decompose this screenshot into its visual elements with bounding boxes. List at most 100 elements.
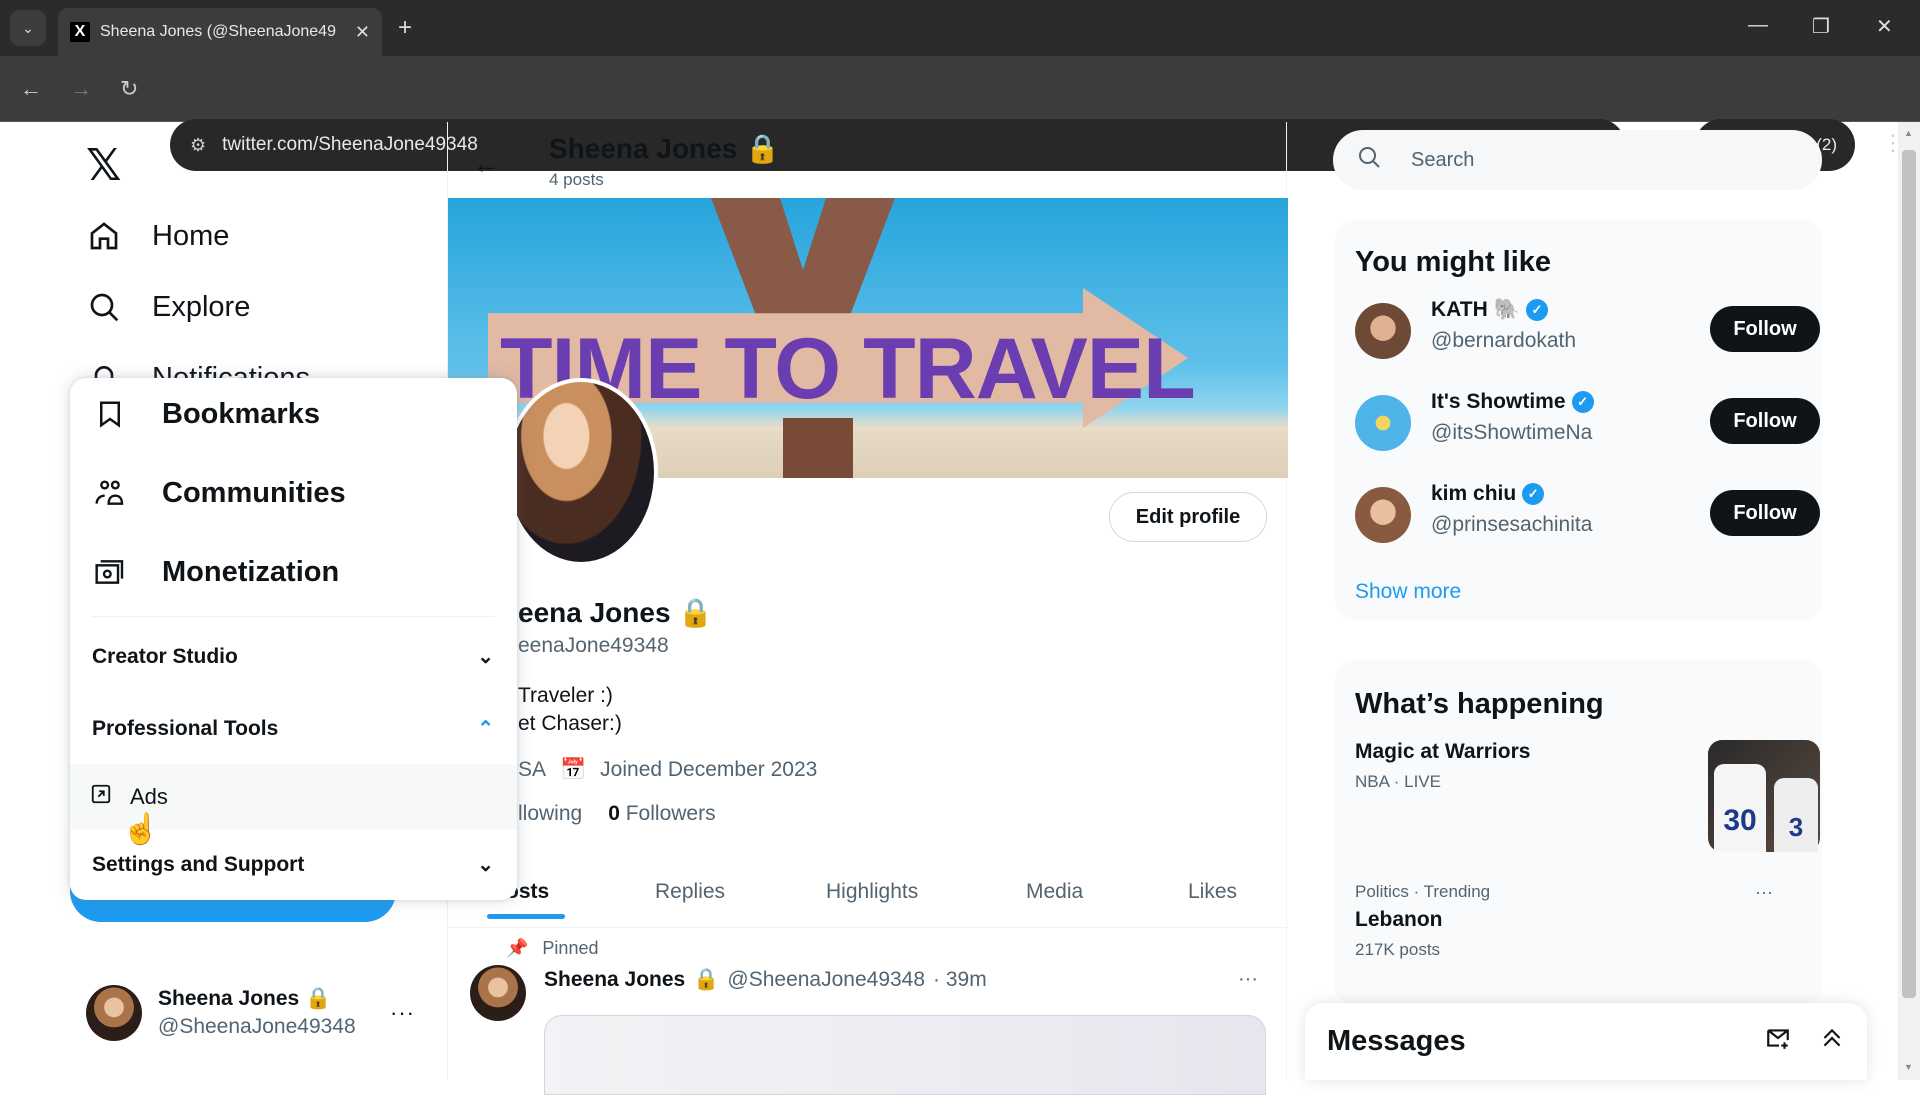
tab-close-icon[interactable]: ✕ [355,22,370,43]
section-creator-studio[interactable]: Creator Studio ⌄ [92,644,494,669]
tab-likes[interactable]: Likes [1188,880,1237,904]
tab-highlights[interactable]: Highlights [826,880,918,904]
bookmark-icon [92,396,128,432]
followers-link[interactable]: 0 Followers [608,802,715,826]
suggestion-handle: @bernardokath [1431,329,1577,352]
site-settings-icon[interactable]: ⚙ [190,135,206,156]
new-tab-button[interactable]: + [398,14,412,42]
bio-line: Traveler :) [518,684,613,707]
menu-item-bookmarks[interactable]: Bookmarks [92,396,320,432]
tab-replies[interactable]: Replies [655,880,725,904]
expand-icon[interactable] [1819,1025,1845,1058]
new-message-icon[interactable] [1765,1025,1791,1058]
back-icon[interactable]: ← [20,76,42,102]
tab-search-button[interactable]: ⌄ [10,10,46,46]
trend-title: Lebanon [1355,908,1443,931]
account-handle: @SheenaJone49348 [158,1015,356,1038]
whats-happening-title: What’s happening [1355,688,1604,720]
scroll-up-icon[interactable]: ▲ [1904,128,1913,138]
x-logo[interactable]: 𝕏 [86,140,121,191]
hand-cursor-icon: ☝ [122,813,160,846]
follow-button[interactable]: Follow [1710,398,1820,444]
jersey: 30 [1714,764,1766,852]
tweet-author[interactable]: Sheena Jones [544,968,685,992]
close-window-button[interactable]: ✕ [1876,14,1893,39]
account-switcher[interactable]: Sheena Jones 🔒 @SheenaJone49348 [86,985,356,1041]
account-avatar [86,985,142,1041]
tab-title: Sheena Jones (@SheenaJone49 [100,23,336,40]
suggestion-avatar [1355,395,1411,451]
reload-icon[interactable]: ↻ [120,76,138,102]
nav-item-explore[interactable]: Explore [86,289,250,325]
menu-divider [92,616,494,617]
post-count: 4 posts [549,170,604,189]
search-input[interactable]: Search [1333,130,1822,190]
tweet-header: Sheena Jones 🔒 @SheenaJone49348 · 39m [544,968,987,992]
suggestion-item[interactable]: It's Showtime ✓ @itsShowtimeNa Follow [1355,390,1820,456]
active-tab-indicator [487,914,565,919]
follow-button[interactable]: Follow [1710,306,1820,352]
follow-button[interactable]: Follow [1710,490,1820,536]
verified-badge-icon: ✓ [1525,299,1548,321]
suggestion-item[interactable]: KATH 🐘 ✓ @bernardokath Follow [1355,298,1820,364]
trend-context: Politics · Trending [1355,882,1491,901]
section-professional-tools[interactable]: Professional Tools ⌃ [92,716,494,741]
trend-item[interactable]: Politics · Trending Lebanon 217K posts [1355,882,1802,960]
profile-bio: Traveler :) et Chaser:) [518,682,622,738]
restore-button[interactable]: ❐ [1812,14,1830,39]
following-link[interactable]: llowing [518,802,582,826]
menu-label: Monetization [162,555,340,588]
you-might-like-card: You might like KATH 🐘 ✓ @bernardokath Foll… [1335,220,1822,620]
lock-icon: 🔒 [305,987,332,1010]
section-label: Settings and Support [92,852,305,876]
calendar-icon: 📅 [560,758,587,781]
you-might-like-title: You might like [1355,246,1552,278]
tweet-handle[interactable]: @SheenaJone49348 [727,968,925,992]
suggestion-handle: @prinsesachinita [1431,513,1593,536]
profile-tabs: osts Replies Highlights Media Likes [448,862,1288,928]
minimize-button[interactable]: — [1748,14,1768,37]
browser-tab[interactable]: X Sheena Jones (@SheenaJone49 ✕ [58,8,382,56]
suggestion-item[interactable]: kim chiu ✓ @prinsesachinita Follow [1355,482,1820,548]
messages-drawer[interactable]: Messages [1305,1003,1867,1080]
edit-profile-button[interactable]: Edit profile [1109,492,1267,542]
banner-wood-post [711,198,895,318]
section-label: Professional Tools [92,716,279,740]
tweet-more-icon[interactable]: ··· [1238,968,1258,991]
lock-icon: 🔒 [693,968,720,991]
trend-item[interactable]: Magic at Warriors NBA · LIVE 30 3 [1355,740,1820,852]
page-scrollbar[interactable]: ▲ ▼ [1898,122,1920,1080]
tweet-media[interactable] [544,1015,1266,1095]
section-label: Creator Studio [92,644,238,668]
joined-date: Joined December 2023 [600,758,818,781]
pinned-label: 📌 Pinned [506,938,599,958]
chevron-down-icon: ⌄ [477,854,494,876]
section-settings-support[interactable]: Settings and Support ⌄ [92,852,494,877]
monetization-icon [92,554,128,590]
tweet-avatar[interactable] [470,965,526,1021]
search-placeholder: Search [1411,148,1475,171]
lock-icon: 🔒 [745,133,780,164]
scroll-down-icon[interactable]: ▼ [1904,1062,1913,1072]
trend-more-icon[interactable]: ··· [1755,882,1773,903]
tweet-time[interactable]: · 39m [933,968,987,992]
profile-avatar[interactable] [504,378,658,566]
suggestion-avatar [1355,487,1411,543]
account-more-icon[interactable]: ··· [390,1000,415,1026]
browser-tab-bar: ⌄ X Sheena Jones (@SheenaJone49 ✕ + — ❐ … [0,0,1920,56]
external-link-icon [90,783,112,811]
profile-column: ← Sheena Jones 🔒 4 posts TIME TO TRAVEL … [447,122,1288,1095]
show-more-link[interactable]: Show more [1355,580,1461,604]
menu-item-communities[interactable]: Communities [92,475,346,511]
menu-label: Communities [162,476,346,509]
menu-item-monetization[interactable]: Monetization [92,554,339,590]
nav-label: Home [152,219,230,252]
tab-media[interactable]: Media [1026,880,1083,904]
back-arrow-icon[interactable]: ← [472,148,500,180]
scrollbar-thumb[interactable] [1902,150,1916,998]
verified-badge-icon: ✓ [1522,483,1545,505]
forward-icon[interactable]: → [70,76,92,102]
nav-item-home[interactable]: Home [86,218,229,254]
banner-wood-base [783,418,853,478]
suggestion-name: KATH 🐘 ✓ [1431,298,1548,322]
